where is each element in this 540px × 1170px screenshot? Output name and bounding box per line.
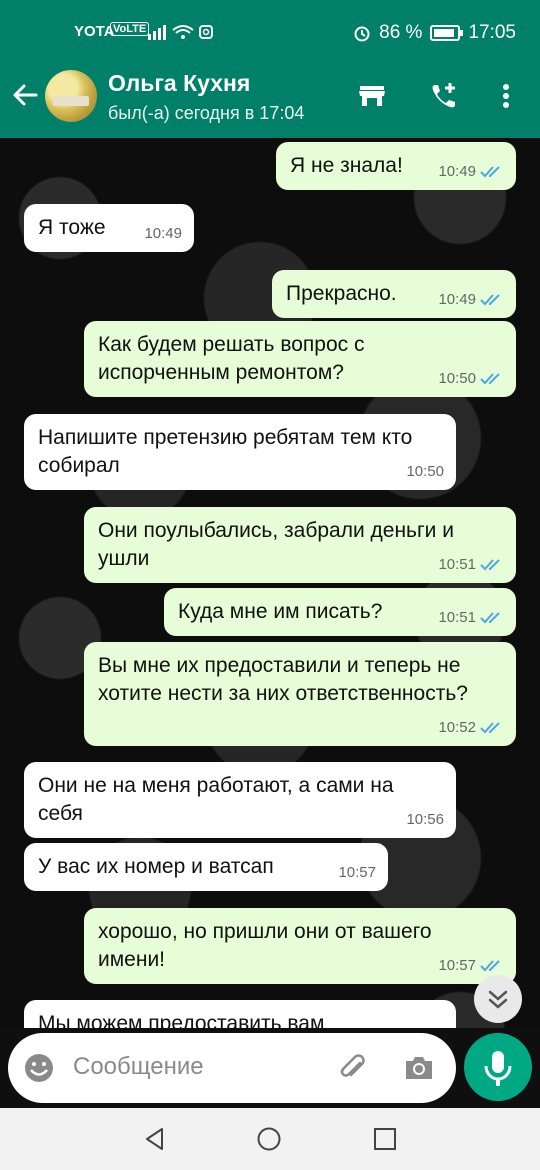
message-text: Прекрасно. xyxy=(286,282,397,305)
add-call-icon[interactable] xyxy=(428,80,460,112)
nav-back-icon[interactable] xyxy=(142,1126,168,1152)
message-text: Напишите претензию ребятам тем кто собир… xyxy=(38,426,413,477)
message-time: 10:56 xyxy=(406,811,444,828)
message-outgoing[interactable]: Прекрасно. 10:49 xyxy=(272,270,516,318)
message-outgoing[interactable]: Вы мне их предоставили и теперь не хотит… xyxy=(84,642,516,746)
message-text: Они не на меня работают, а сами на себя xyxy=(38,774,394,825)
message-meta: 10:56 xyxy=(406,806,444,834)
message-time: 10:50 xyxy=(438,370,476,387)
back-arrow-icon[interactable] xyxy=(10,80,40,110)
chat-header: YOTA VoLTE 86 % 17:05 Ольга Кухня был(-а… xyxy=(0,0,540,138)
message-text: Как будем решать вопрос с испорченным ре… xyxy=(98,333,365,384)
battery-icon xyxy=(430,25,464,41)
double-check-icon xyxy=(480,559,500,571)
scroll-down-button[interactable] xyxy=(474,975,522,1023)
message-text: Вы мне их предоставили и теперь не хотит… xyxy=(98,654,468,705)
nav-recents-icon[interactable] xyxy=(372,1126,398,1152)
message-incoming[interactable]: Я тоже 10:49 xyxy=(24,204,194,252)
message-text: Я не знала! xyxy=(290,154,403,177)
message-text: хорошо, но пришли они от вашего имени! xyxy=(98,920,432,971)
alarm-icon xyxy=(354,26,370,42)
message-time: 10:57 xyxy=(438,957,476,974)
message-meta: 10:51 xyxy=(438,551,504,579)
message-outgoing[interactable]: Как будем решать вопрос с испорченным ре… xyxy=(84,321,516,397)
message-time: 10:50 xyxy=(406,463,444,480)
message-outgoing[interactable]: хорошо, но пришли они от вашего имени! 1… xyxy=(84,908,516,984)
message-meta: 10:51 xyxy=(438,604,504,632)
voice-record-button[interactable] xyxy=(464,1033,532,1101)
message-time: 10:49 xyxy=(438,291,476,308)
message-text: Я тоже xyxy=(38,216,106,239)
message-input[interactable]: Сообщение xyxy=(73,1053,204,1081)
shop-icon[interactable] xyxy=(356,80,388,112)
message-text: Они поулыбались, забрали деньги и ушли xyxy=(98,519,454,570)
double-check-icon xyxy=(480,166,500,178)
message-outgoing[interactable]: Куда мне им писать? 10:51 xyxy=(164,588,516,636)
message-time: 10:51 xyxy=(438,609,476,626)
more-options-icon[interactable] xyxy=(490,80,522,112)
battery-percent: 86 % xyxy=(379,22,423,43)
message-meta: 10:49 xyxy=(438,158,504,186)
microphone-icon xyxy=(484,1051,512,1086)
signal-wifi-icon xyxy=(148,25,213,40)
message-time: 10:52 xyxy=(438,719,476,736)
message-outgoing[interactable]: Я не знала! 10:49 xyxy=(276,142,516,190)
carrier-label: YOTA xyxy=(74,23,115,40)
nav-home-icon[interactable] xyxy=(256,1126,282,1152)
double-check-icon xyxy=(480,294,500,306)
message-incoming[interactable]: У вас их номер и ватсап 10:57 xyxy=(24,843,388,891)
double-check-icon xyxy=(480,722,500,734)
message-meta: 10:50 xyxy=(406,458,444,486)
status-bar: YOTA VoLTE 86 % 17:05 xyxy=(0,0,540,66)
camera-icon[interactable] xyxy=(402,1051,436,1085)
contact-name[interactable]: Ольга Кухня xyxy=(108,70,250,97)
double-check-icon xyxy=(480,612,500,624)
system-nav-bar xyxy=(0,1108,540,1170)
clock: 17:05 xyxy=(468,22,516,43)
message-incoming[interactable]: Мы можем предоставить вам xyxy=(24,1000,456,1028)
message-input-bar[interactable]: Сообщение xyxy=(8,1033,456,1103)
message-meta: 10:49 xyxy=(144,220,182,248)
message-incoming[interactable]: Напишите претензию ребятам тем кто собир… xyxy=(24,414,456,490)
message-time: 10:49 xyxy=(438,163,476,180)
message-outgoing[interactable]: Они поулыбались, забрали деньги и ушли 1… xyxy=(84,507,516,583)
message-text: Куда мне им писать? xyxy=(178,600,383,623)
message-time: 10:49 xyxy=(144,225,182,242)
chat-area[interactable]: Я не знала! 10:49 Я тоже 10:49 Прекрасно… xyxy=(0,138,540,1028)
message-meta: 10:49 xyxy=(438,286,504,314)
message-text: Мы можем предоставить вам xyxy=(38,1012,325,1028)
message-incoming[interactable]: Они не на меня работают, а сами на себя … xyxy=(24,762,456,838)
double-check-icon xyxy=(480,373,500,385)
volte-badge: VoLTE xyxy=(110,22,150,36)
emoji-icon[interactable] xyxy=(22,1051,56,1085)
message-meta: 10:52 xyxy=(438,714,504,742)
message-meta: 10:57 xyxy=(338,859,376,887)
contact-avatar[interactable] xyxy=(45,70,97,122)
double-chevron-down-icon xyxy=(488,990,508,1009)
status-right: 86 % 17:05 xyxy=(353,22,516,44)
attach-icon[interactable] xyxy=(336,1051,370,1085)
message-meta: 10:50 xyxy=(438,365,504,393)
message-text: У вас их номер и ватсап xyxy=(38,855,274,878)
double-check-icon xyxy=(480,960,500,972)
message-time: 10:57 xyxy=(338,864,376,881)
last-seen[interactable]: был(-а) сегодня в 17:04 xyxy=(108,103,304,124)
message-time: 10:51 xyxy=(438,556,476,573)
